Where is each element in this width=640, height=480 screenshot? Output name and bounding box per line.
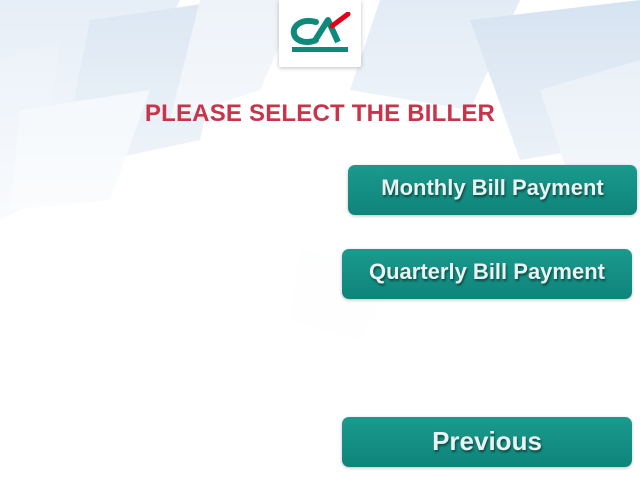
previous-button[interactable]: Previous <box>342 417 632 467</box>
credit-agricole-logo-icon <box>290 12 351 52</box>
quarterly-bill-payment-button[interactable]: Quarterly Bill Payment <box>342 249 632 299</box>
background-pattern <box>0 0 640 480</box>
page-title: PLEASE SELECT THE BILLER <box>144 100 496 127</box>
quarterly-bill-payment-label: Quarterly Bill Payment <box>369 259 605 284</box>
previous-label: Previous <box>432 426 542 456</box>
monthly-bill-payment-label: Monthly Bill Payment <box>381 175 604 200</box>
logo-card <box>279 0 361 67</box>
monthly-bill-payment-button[interactable]: Monthly Bill Payment <box>348 165 637 215</box>
